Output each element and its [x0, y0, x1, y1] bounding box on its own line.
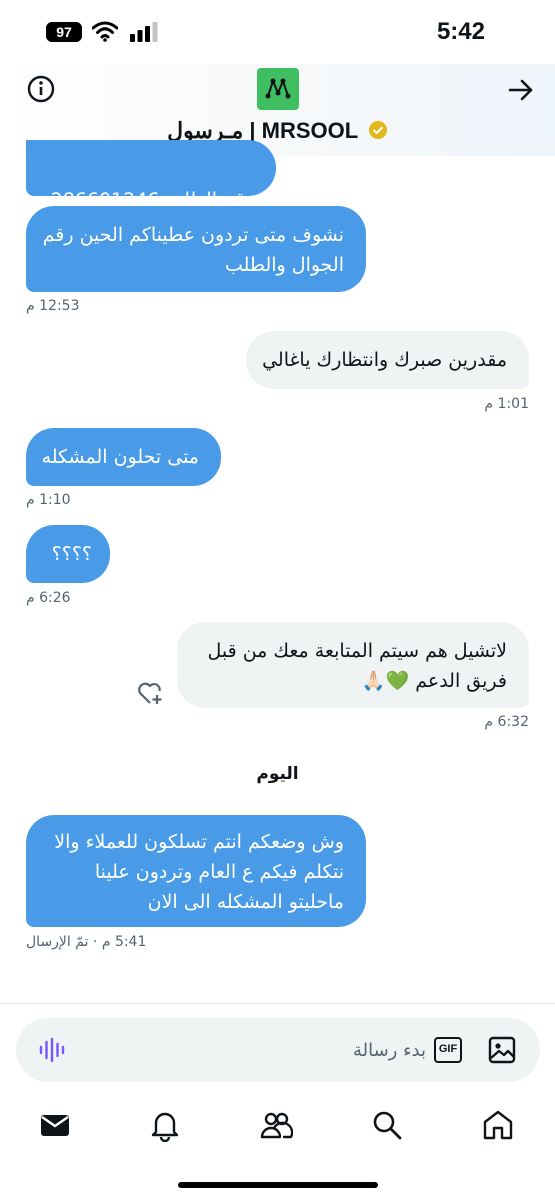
mail-icon[interactable] [38, 1108, 72, 1142]
heart-plus-icon[interactable] [137, 680, 165, 706]
day-separator: اليوم [256, 764, 299, 784]
message-timestamp: 12:53 م [26, 298, 80, 314]
people-icon[interactable] [259, 1108, 293, 1142]
message-bubble-outgoing[interactable]: مقدرين صبرك وانتظارك ياغالي [246, 331, 529, 389]
bottom-tab-bar [0, 1100, 555, 1160]
message-bubble-incoming[interactable]: متى تحلون المشكله [26, 428, 221, 486]
image-icon[interactable] [488, 1036, 516, 1064]
verified-badge-icon [368, 121, 387, 139]
message-text: ؟؟؟؟ [51, 543, 92, 565]
message-timestamp: 6:32 م [484, 714, 529, 730]
search-icon[interactable] [370, 1108, 404, 1142]
message-bubble-incoming[interactable]: ؟؟؟؟ [26, 525, 110, 583]
mrsool-logo[interactable] [257, 68, 299, 110]
clock: 5:42 [436, 18, 485, 45]
message-bubble-incoming[interactable]: رقم الطلب 286601246 [26, 140, 276, 211]
wifi-icon [92, 21, 118, 42]
signal-icon [130, 22, 158, 42]
home-icon[interactable] [481, 1108, 515, 1142]
message-text: لاتشيل هم سيتم المتابعة معك من قبل فريق … [207, 640, 507, 692]
home-indicator [178, 1182, 378, 1188]
message-bubble-incoming[interactable]: وش وضعكم انتم تسلكون للعملاء والا نتكلم … [26, 815, 366, 927]
gif-button[interactable]: GIF [434, 1037, 462, 1063]
message-text: متى تحلون المشكله [41, 446, 199, 468]
message-bubble-outgoing[interactable]: لاتشيل هم سيتم المتابعة معك من قبل فريق … [177, 622, 529, 708]
message-composer: GIF [16, 1018, 540, 1082]
message-timestamp: 5:41 م · تمّ الإرسال [26, 934, 147, 950]
message-timestamp: 1:01 م [484, 396, 529, 412]
battery-indicator: 97 [46, 22, 82, 42]
message-timestamp: 6:26 م [26, 590, 71, 606]
message-timestamp: 1:10 م [26, 492, 71, 508]
back-arrow-icon[interactable] [507, 76, 535, 104]
composer-divider [0, 1003, 555, 1004]
message-text: مقدرين صبرك وانتظارك ياغالي [262, 349, 507, 371]
message-input[interactable] [126, 1018, 426, 1082]
message-text: وش وضعكم انتم تسلكون للعملاء والا نتكلم … [54, 831, 344, 913]
status-bar: 97 5:42 [0, 0, 555, 64]
message-bubble-incoming[interactable]: نشوف متى تردون عطيناكم الحين رقم الجوال … [26, 206, 366, 292]
message-text: نشوف متى تردون عطيناكم الحين رقم الجوال … [42, 224, 344, 276]
voice-icon[interactable] [38, 1036, 66, 1064]
info-icon[interactable] [26, 74, 56, 104]
mrsool-logo-mark [265, 78, 291, 99]
bell-icon[interactable] [148, 1108, 182, 1142]
